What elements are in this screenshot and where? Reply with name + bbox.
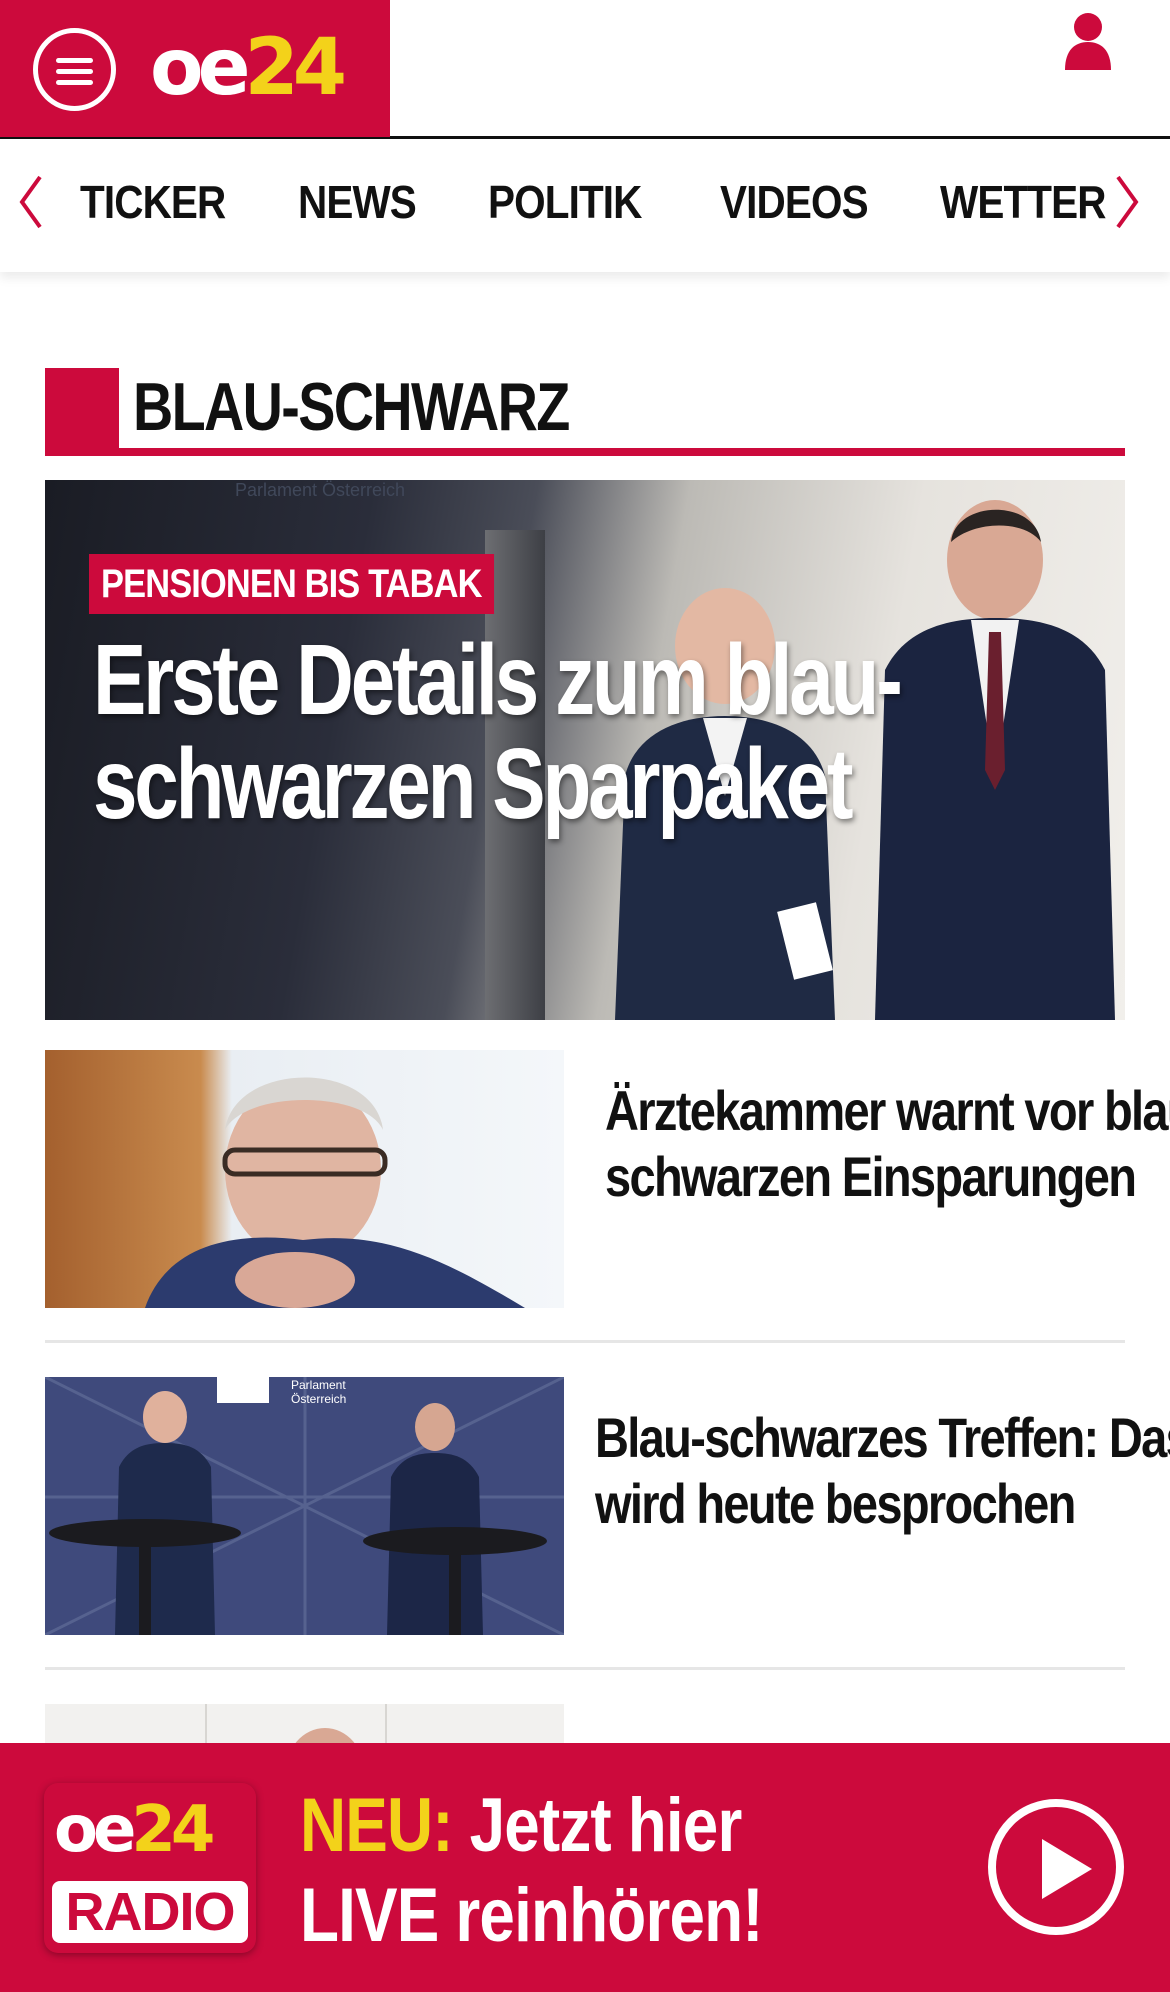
brand-block: oe24 (0, 0, 390, 137)
article-divider (45, 1667, 1125, 1670)
site-logo[interactable]: oe24 (150, 22, 347, 114)
top-header: oe24 (0, 0, 1170, 139)
nav-item-politik[interactable]: POLITIK (488, 175, 642, 229)
category-nav: TICKER NEWS POLITIK VIDEOS WETTER (0, 139, 1170, 272)
hamburger-menu-icon[interactable] (33, 28, 116, 111)
nav-item-ticker[interactable]: TICKER (80, 175, 226, 229)
thumbnail-wall-label: Parlament (291, 1378, 346, 1392)
section-underline (45, 448, 1125, 456)
svg-text:Österreich: Österreich (291, 1392, 346, 1406)
radio-line2: LIVE reinhören! (300, 1873, 764, 1958)
radio-new-label: NEU: (300, 1783, 454, 1868)
play-icon[interactable] (988, 1799, 1124, 1935)
radio-logo[interactable]: oe24 RADIO (44, 1783, 256, 1953)
section-header: BLAU-SCHWARZ (45, 368, 1125, 456)
article-thumbnail[interactable] (45, 1050, 564, 1308)
radio-line1: Jetzt hier (469, 1783, 743, 1868)
section-marker (45, 368, 119, 456)
radio-logo-label: RADIO (52, 1881, 248, 1943)
section-title[interactable]: BLAU-SCHWARZ (133, 368, 570, 446)
user-icon[interactable] (1063, 12, 1113, 70)
article-teaser[interactable]: Parlament Österreich Blau-schwarzes Tref… (45, 1377, 1170, 1635)
article-title[interactable]: Ärztekammer warnt vor blau-schwarzen Ein… (605, 1078, 1170, 1210)
chevron-right-icon[interactable] (1112, 175, 1142, 229)
hero-tag: PENSIONEN BIS TABAK (89, 554, 494, 614)
article-teaser[interactable]: Ärztekammer warnt vor blau-schwarzen Ein… (45, 1050, 1170, 1308)
article-thumbnail[interactable]: Parlament Österreich (45, 1377, 564, 1635)
nav-item-videos[interactable]: VIDEOS (720, 175, 869, 229)
article-divider (45, 1340, 1125, 1343)
radio-promo-text[interactable]: NEU: Jetzt hier LIVE reinhören! (300, 1781, 764, 1961)
article-title[interactable]: Blau-schwarzes Treffen: Das wird heute b… (595, 1405, 1170, 1537)
nav-item-news[interactable]: NEWS (298, 175, 417, 229)
hero-teaser[interactable]: Parlament Österreich PENSIONEN BIS TABAK… (45, 480, 1125, 1020)
chevron-left-icon[interactable] (16, 175, 46, 229)
radio-banner[interactable]: oe24 RADIO NEU: Jetzt hier LIVE reinhöre… (0, 1743, 1170, 1992)
hero-wall-label: Parlament Österreich (235, 480, 406, 500)
nav-item-wetter[interactable]: WETTER (940, 175, 1106, 229)
hero-headline[interactable]: Erste Details zum blau-schwarzen Sparpak… (93, 628, 1053, 836)
